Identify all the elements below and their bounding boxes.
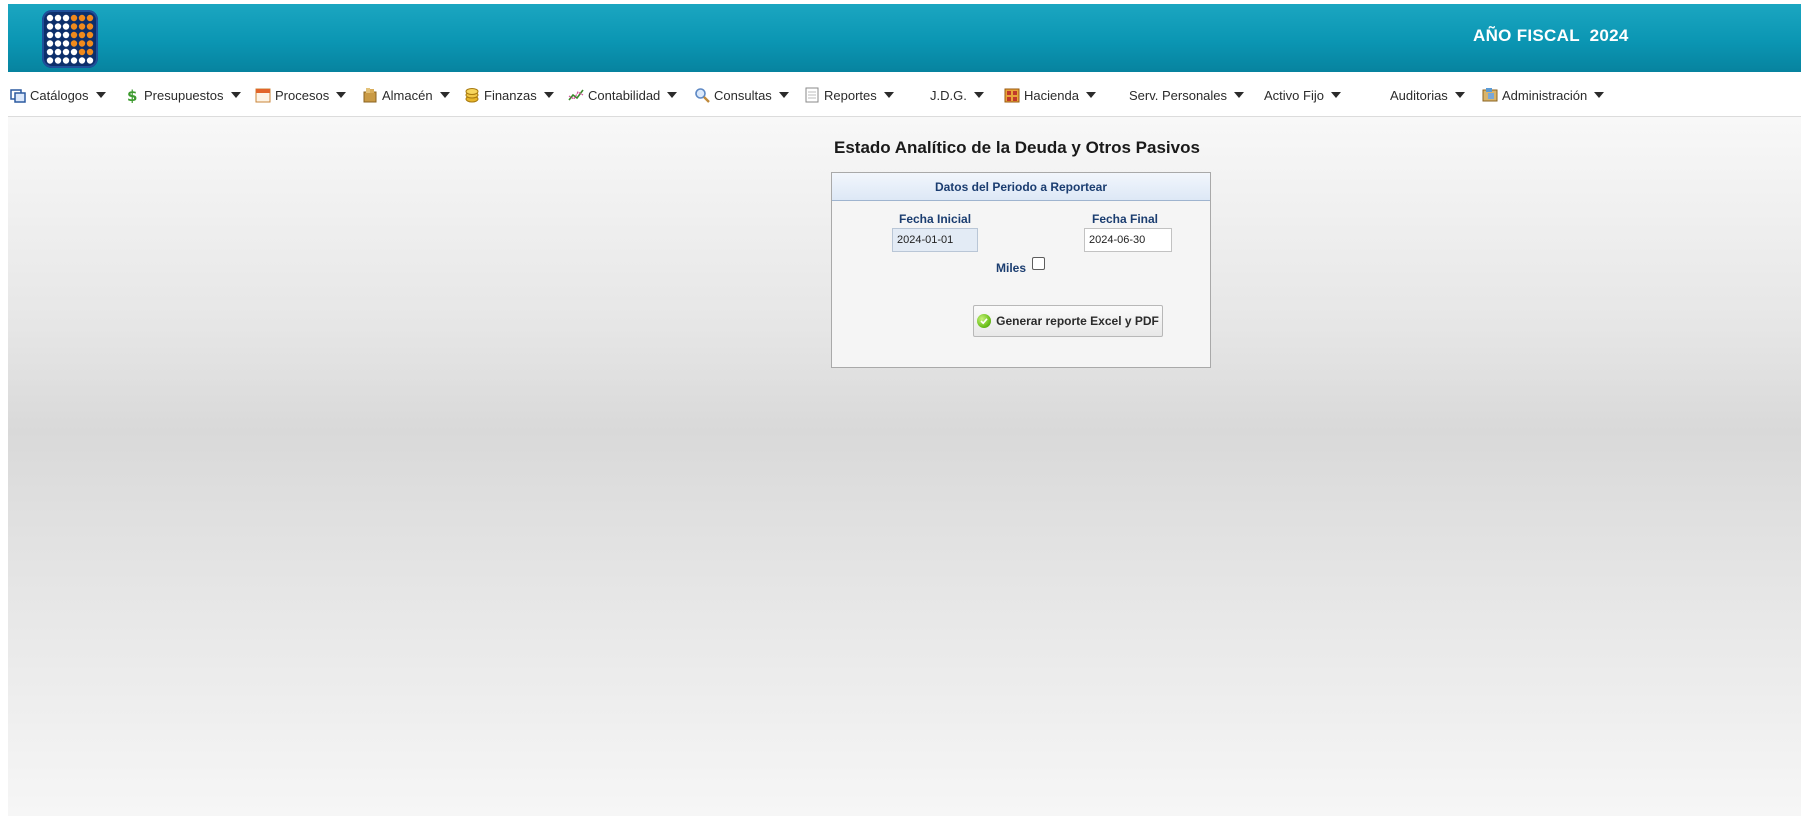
chevron-down-icon [1330,92,1341,98]
menu-procesos-label: Procesos [275,87,330,103]
document-icon [804,87,820,103]
magnifier-icon [694,87,710,103]
bank-icon [1004,87,1020,103]
menu-administracion[interactable]: Administración [1482,85,1605,105]
chevron-down-icon [336,92,347,98]
fiscal-year-label: AÑO FISCAL 2024 [1473,26,1629,45]
chevron-down-icon [95,92,106,98]
menu-contabilidad[interactable]: Contabilidad [568,85,678,105]
folder-icon [1482,87,1498,103]
menu-finanzas[interactable]: Finanzas [464,85,554,105]
menu-auditorias-label: Auditorias [1390,87,1448,103]
menu-almacen-label: Almacén [382,87,433,103]
menu-jdg[interactable]: J.D.G. [930,85,984,105]
chevron-down-icon [778,92,789,98]
menu-auditorias[interactable]: Auditorias [1390,85,1465,105]
menu-almacen[interactable]: Almacén [362,85,450,105]
box-icon [362,87,378,103]
fecha-inicial-label: Fecha Inicial [899,212,972,226]
miles-checkbox[interactable] [1032,257,1045,270]
generate-report-button[interactable]: Generar reporte Excel y PDF [973,305,1163,337]
menu-presupuestos[interactable]: $ Presupuestos [124,85,241,105]
menu-serv-personales[interactable]: Serv. Personales [1129,85,1245,105]
menu-catalogos-label: Catálogos [30,87,89,103]
chevron-down-icon [667,92,678,98]
fecha-final-input[interactable] [1084,228,1172,252]
chevron-down-icon [1454,92,1465,98]
logo-dots-icon [46,14,94,64]
fecha-inicial-input[interactable] [892,228,978,252]
generate-report-button-label: Generar reporte Excel y PDF [996,314,1159,328]
menu-consultas-label: Consultas [714,87,772,103]
page-title: Estado Analítico de la Deuda y Otros Pas… [834,138,1200,157]
chevron-down-icon [973,92,984,98]
app-frame: AÑO FISCAL 2024 Catálogos $ Presupuestos… [8,4,1801,816]
miles-label: Miles [996,261,1027,275]
chevron-down-icon [1234,92,1245,98]
menu-consultas[interactable]: Consultas [694,85,789,105]
chevron-down-icon [1594,92,1605,98]
chevron-down-icon [1085,92,1096,98]
menu-administracion-label: Administración [1502,87,1588,103]
chevron-down-icon [883,92,894,98]
menu-jdg-label: J.D.G. [930,87,967,103]
check-circle-icon [977,314,992,328]
menu-reportes-label: Reportes [824,87,877,103]
panel-title: Datos del Periodo a Reportear [832,173,1210,201]
app-logo[interactable] [42,10,98,68]
menu-activo-fijo[interactable]: Activo Fijo [1264,85,1341,105]
menu-procesos[interactable]: Procesos [255,85,347,105]
fecha-final-label: Fecha Final [1092,212,1159,226]
chevron-down-icon [230,92,241,98]
menu-serv-personales-label: Serv. Personales [1129,87,1228,103]
menu-contabilidad-label: Contabilidad [588,87,661,103]
svg-text:$: $ [127,87,137,103]
chevron-down-icon [439,92,450,98]
coins-icon [464,87,480,103]
menu-hacienda[interactable]: Hacienda [1004,85,1096,105]
app-header: AÑO FISCAL 2024 [8,4,1801,72]
menu-activo-fijo-label: Activo Fijo [1264,87,1324,103]
main-menu-bar: Catálogos $ Presupuestos Procesos Almacé… [8,72,1801,117]
window-icon [10,87,26,103]
calendar-icon [255,87,271,103]
report-period-panel: Datos del Periodo a Reportear Fecha Inic… [831,172,1211,368]
chevron-down-icon [543,92,554,98]
menu-presupuestos-label: Presupuestos [144,87,224,103]
menu-reportes[interactable]: Reportes [804,85,894,105]
menu-finanzas-label: Finanzas [484,87,537,103]
menu-hacienda-label: Hacienda [1024,87,1079,103]
menu-catalogos[interactable]: Catálogos [10,85,106,105]
dollar-icon: $ [124,87,140,103]
chart-icon [568,87,584,103]
